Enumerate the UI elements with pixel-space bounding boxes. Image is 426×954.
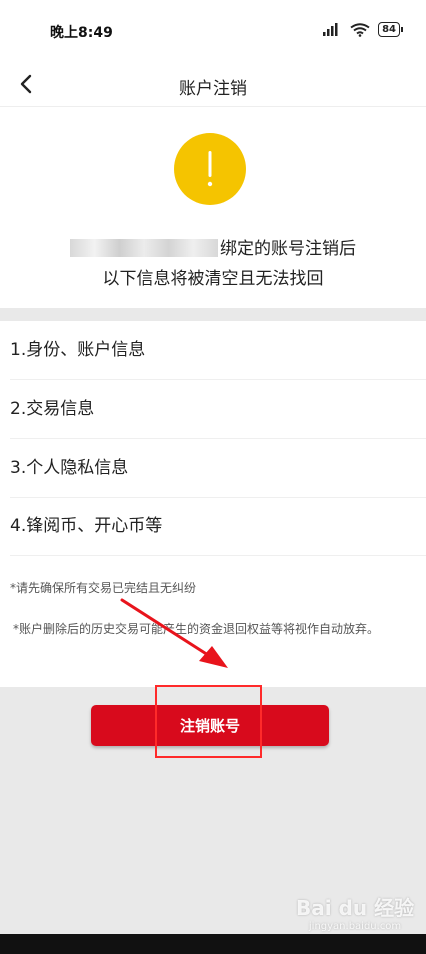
info-item-transactions: 2.交易信息	[10, 380, 426, 439]
watermark-brand: Bai du 经验	[296, 896, 415, 920]
watermark-url: jingyan.baidu.com	[308, 921, 402, 932]
info-section: 1.身份、账户信息 2.交易信息 3.个人隐私信息 4.锋阅币、开心币等 *请先…	[0, 321, 426, 687]
status-icons: 84	[322, 22, 403, 37]
note-transactions: *请先确保所有交易已完结且无纠纷	[10, 581, 197, 595]
baidu-watermark: Bai du 经验 jingyan.baidu.com	[296, 892, 414, 932]
nav-bar: 账户注销	[0, 62, 426, 107]
warning-icon	[174, 133, 246, 205]
status-time: 晚上8:49	[50, 25, 113, 41]
warning-section: 绑定的账号注销后 以下信息将被清空且无法找回	[0, 107, 426, 308]
masked-phone	[70, 239, 218, 257]
warning-line-1-text: 绑定的账号注销后	[220, 239, 356, 259]
warning-line-1: 绑定的账号注销后	[0, 234, 426, 259]
bottom-strip	[0, 934, 426, 954]
signal-icon	[323, 22, 338, 36]
battery-icon: 84	[378, 22, 403, 37]
highlight-box	[155, 685, 262, 758]
status-bar: 晚上8:49 84	[0, 0, 426, 62]
info-item-privacy: 3.个人隐私信息	[10, 439, 426, 498]
note-refund: *账户删除后的历史交易可能产生的资金退回权益等将视作自动放弃。	[13, 622, 380, 636]
wifi-icon	[350, 22, 370, 37]
page-title: 账户注销	[179, 79, 247, 99]
info-item-coins: 4.锋阅币、开心币等	[10, 497, 426, 556]
warning-line-2: 以下信息将被清空且无法找回	[102, 269, 324, 289]
info-item-identity: 1.身份、账户信息	[10, 321, 426, 380]
